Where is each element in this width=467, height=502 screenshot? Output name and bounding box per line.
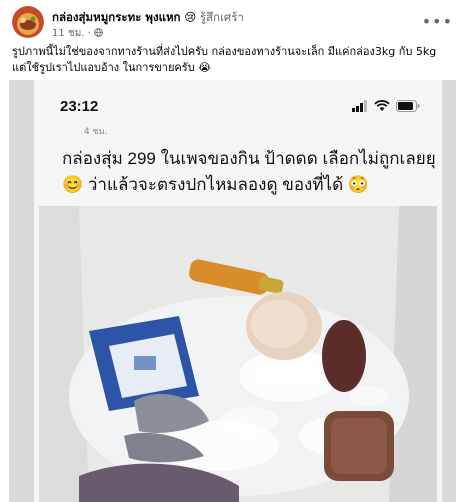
post-meta: 11 ชม. ·	[52, 26, 103, 41]
author-line: กล่องสุ่มหมูกระทะ พุงแหก 😢 รู้สึกเศร้า	[52, 9, 244, 27]
phone-screenshot: 23:12 4 ชม. กล่องสุ่ม 299 ในเพจของกิน ป้…	[34, 80, 442, 502]
status-time: 23:12	[60, 98, 99, 115]
quoted-line: 😊 ว่าแล้วจะตรงปกไหมลองดู ของที่ได้ 😳	[62, 175, 370, 194]
page-avatar[interactable]	[12, 6, 44, 38]
avatar-image	[12, 6, 44, 38]
post-photo[interactable]: 23:12 4 ชม. กล่องสุ่ม 299 ในเพจของกิน ป้…	[9, 80, 456, 502]
battery-icon	[396, 100, 420, 112]
feeling-emoji: 😢	[184, 10, 197, 24]
post-card: กล่องสุ่มหมูกระทะ พุงแหก 😢 รู้สึกเศร้า 1…	[0, 0, 467, 502]
more-horizontal-icon[interactable]: •••	[422, 12, 453, 31]
food-box-image	[39, 206, 437, 502]
feeling-text: รู้สึกเศร้า	[199, 10, 244, 24]
status-icons	[352, 100, 420, 112]
quoted-line: กล่องสุ่ม 299 ในเพจของกิน ป้าดดด เลือกไม…	[62, 149, 436, 168]
author-name[interactable]: กล่องสุ่มหมูกระทะ พุงแหก	[52, 10, 181, 24]
meat-pack	[324, 411, 394, 481]
signal-icon	[352, 100, 367, 112]
quoted-post-text: กล่องสุ่ม 299 ในเพจของกิน ป้าดดด เลือกไม…	[62, 146, 436, 198]
globe-icon	[94, 28, 103, 39]
caption-line: แต่ใช้รูปเราไปแอบอ้าง ในการขายครับ 😭	[12, 61, 212, 74]
pork-slices	[246, 292, 322, 360]
post-header: กล่องสุ่มหมูกระทะ พุงแหก 😢 รู้สึกเศร้า 1…	[12, 6, 457, 40]
faded-timestamp: 4 ชม.	[84, 127, 108, 137]
liver-pack	[322, 320, 366, 392]
post-caption: รูปภาพนี้ไม่ใช่ของจากทางร้านที่ส่งไปครับ…	[12, 44, 457, 76]
wifi-icon	[374, 100, 390, 111]
meta-separator: ·	[87, 28, 91, 39]
caption-line: รูปภาพนี้ไม่ใช่ของจากทางร้านที่ส่งไปครับ…	[12, 45, 437, 58]
post-time[interactable]: 11 ชม.	[52, 28, 84, 39]
food-box-photo	[39, 206, 437, 502]
